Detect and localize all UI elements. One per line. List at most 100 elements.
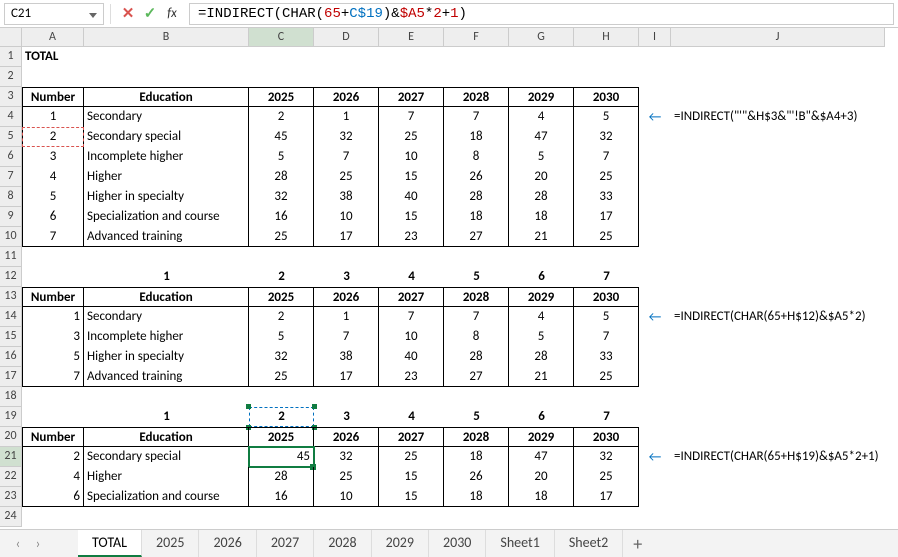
cell[interactable] bbox=[639, 287, 671, 307]
cell[interactable]: Higher bbox=[84, 167, 249, 187]
active-cell-c21[interactable]: 45 bbox=[249, 447, 314, 467]
next-sheet-button[interactable]: › bbox=[28, 535, 48, 552]
cell[interactable]: 26 bbox=[444, 167, 509, 187]
cell[interactable]: 47 bbox=[509, 127, 574, 147]
cell[interactable]: 25 bbox=[379, 127, 444, 147]
cell[interactable]: 23 bbox=[379, 367, 444, 387]
row-header-14[interactable]: 14 bbox=[0, 307, 22, 327]
cell[interactable] bbox=[639, 367, 671, 387]
cell[interactable]: 15 bbox=[379, 167, 444, 187]
cell-year-header[interactable]: 2028 bbox=[444, 427, 509, 447]
cell[interactable]: 7 bbox=[22, 227, 84, 247]
cell[interactable] bbox=[22, 507, 84, 527]
cell[interactable] bbox=[22, 67, 84, 87]
cell[interactable] bbox=[574, 387, 639, 407]
row-header-5[interactable]: 5 bbox=[0, 127, 22, 147]
cell[interactable]: 7 bbox=[379, 307, 444, 327]
formula-hint[interactable]: =INDIRECT(CHAR(65+H$19)&$A5*2+1) bbox=[671, 447, 885, 467]
row-header-3[interactable]: 3 bbox=[0, 87, 22, 107]
sheet-tab-2027[interactable]: 2027 bbox=[257, 530, 314, 557]
cell[interactable] bbox=[574, 507, 639, 527]
cell[interactable] bbox=[249, 247, 314, 267]
cell[interactable] bbox=[509, 247, 574, 267]
cell[interactable]: 17 bbox=[314, 367, 379, 387]
cell-year-header[interactable]: 2026 bbox=[314, 87, 379, 107]
cell-ref-a5[interactable]: 2 bbox=[22, 127, 84, 147]
cell[interactable] bbox=[84, 507, 249, 527]
cell[interactable] bbox=[379, 47, 444, 67]
cell-year-header[interactable]: 2028 bbox=[444, 287, 509, 307]
row-header-13[interactable]: 13 bbox=[0, 287, 22, 307]
cell[interactable] bbox=[314, 47, 379, 67]
cell[interactable]: 3 bbox=[314, 267, 379, 287]
cell[interactable] bbox=[671, 187, 885, 207]
row-header-20[interactable]: 20 bbox=[0, 427, 22, 447]
cell[interactable]: 33 bbox=[574, 347, 639, 367]
prev-sheet-button[interactable]: ‹ bbox=[8, 535, 28, 552]
confirm-button[interactable]: ✓ bbox=[139, 3, 161, 25]
cell[interactable]: 5 bbox=[444, 267, 509, 287]
cell[interactable] bbox=[671, 327, 885, 347]
col-header-j[interactable]: J bbox=[671, 28, 885, 47]
row-header-19[interactable]: 19 bbox=[0, 407, 22, 427]
cell[interactable] bbox=[444, 507, 509, 527]
row-header-4[interactable]: 4 bbox=[0, 107, 22, 127]
cell[interactable]: 5 bbox=[574, 107, 639, 127]
cell[interactable]: 27 bbox=[444, 367, 509, 387]
cell[interactable] bbox=[314, 67, 379, 87]
cell[interactable] bbox=[444, 387, 509, 407]
cell[interactable]: 4 bbox=[379, 267, 444, 287]
cell[interactable]: 5 bbox=[574, 307, 639, 327]
cell[interactable] bbox=[574, 67, 639, 87]
cell[interactable]: 16 bbox=[249, 487, 314, 507]
cell[interactable]: 16 bbox=[249, 207, 314, 227]
cell[interactable] bbox=[639, 127, 671, 147]
cell[interactable] bbox=[22, 407, 84, 427]
cell[interactable]: 15 bbox=[379, 207, 444, 227]
cell[interactable] bbox=[671, 67, 885, 87]
cell[interactable] bbox=[671, 267, 885, 287]
cell[interactable]: 38 bbox=[314, 347, 379, 367]
cell[interactable] bbox=[639, 407, 671, 427]
cell[interactable]: 21 bbox=[509, 367, 574, 387]
row-header-15[interactable]: 15 bbox=[0, 327, 22, 347]
cell[interactable] bbox=[444, 247, 509, 267]
cell-year-header[interactable]: 2027 bbox=[379, 287, 444, 307]
cell-ref-c19[interactable]: 2 bbox=[249, 407, 314, 427]
cell[interactable] bbox=[639, 47, 671, 67]
row-header-11[interactable]: 11 bbox=[0, 247, 22, 267]
cell[interactable] bbox=[639, 427, 671, 447]
cell[interactable]: 7 bbox=[574, 147, 639, 167]
cell[interactable]: 3 bbox=[22, 147, 84, 167]
cell-number-header[interactable]: Number bbox=[22, 427, 84, 447]
cell[interactable] bbox=[249, 67, 314, 87]
cell[interactable]: 15 bbox=[379, 467, 444, 487]
cell[interactable] bbox=[639, 347, 671, 367]
cell[interactable]: 20 bbox=[509, 467, 574, 487]
cell[interactable] bbox=[639, 327, 671, 347]
cell[interactable] bbox=[639, 467, 671, 487]
cell[interactable] bbox=[639, 487, 671, 507]
row-header-18[interactable]: 18 bbox=[0, 387, 22, 407]
cell[interactable]: 40 bbox=[379, 347, 444, 367]
cell[interactable] bbox=[84, 67, 249, 87]
cell[interactable] bbox=[509, 387, 574, 407]
cell[interactable]: 7 bbox=[314, 327, 379, 347]
cell[interactable] bbox=[639, 87, 671, 107]
cell[interactable]: 18 bbox=[444, 487, 509, 507]
cell[interactable] bbox=[671, 127, 885, 147]
formula-hint[interactable]: =INDIRECT("'"&H$3&"'!B"&$A4+3) bbox=[671, 107, 885, 127]
cell[interactable] bbox=[671, 507, 885, 527]
cell[interactable]: 1 bbox=[314, 107, 379, 127]
row-header-10[interactable]: 10 bbox=[0, 227, 22, 247]
cell[interactable]: 5 bbox=[444, 407, 509, 427]
cell[interactable]: Higher in specialty bbox=[84, 347, 249, 367]
col-header-b[interactable]: B bbox=[84, 28, 249, 47]
row-header-24[interactable]: 24 bbox=[0, 507, 22, 527]
cell[interactable]: 7 bbox=[314, 147, 379, 167]
cell-year-header[interactable]: 2029 bbox=[509, 427, 574, 447]
cell[interactable] bbox=[509, 67, 574, 87]
cell[interactable]: 47 bbox=[509, 447, 574, 467]
row-header-9[interactable]: 9 bbox=[0, 207, 22, 227]
cell[interactable]: Incomplete higher bbox=[84, 327, 249, 347]
